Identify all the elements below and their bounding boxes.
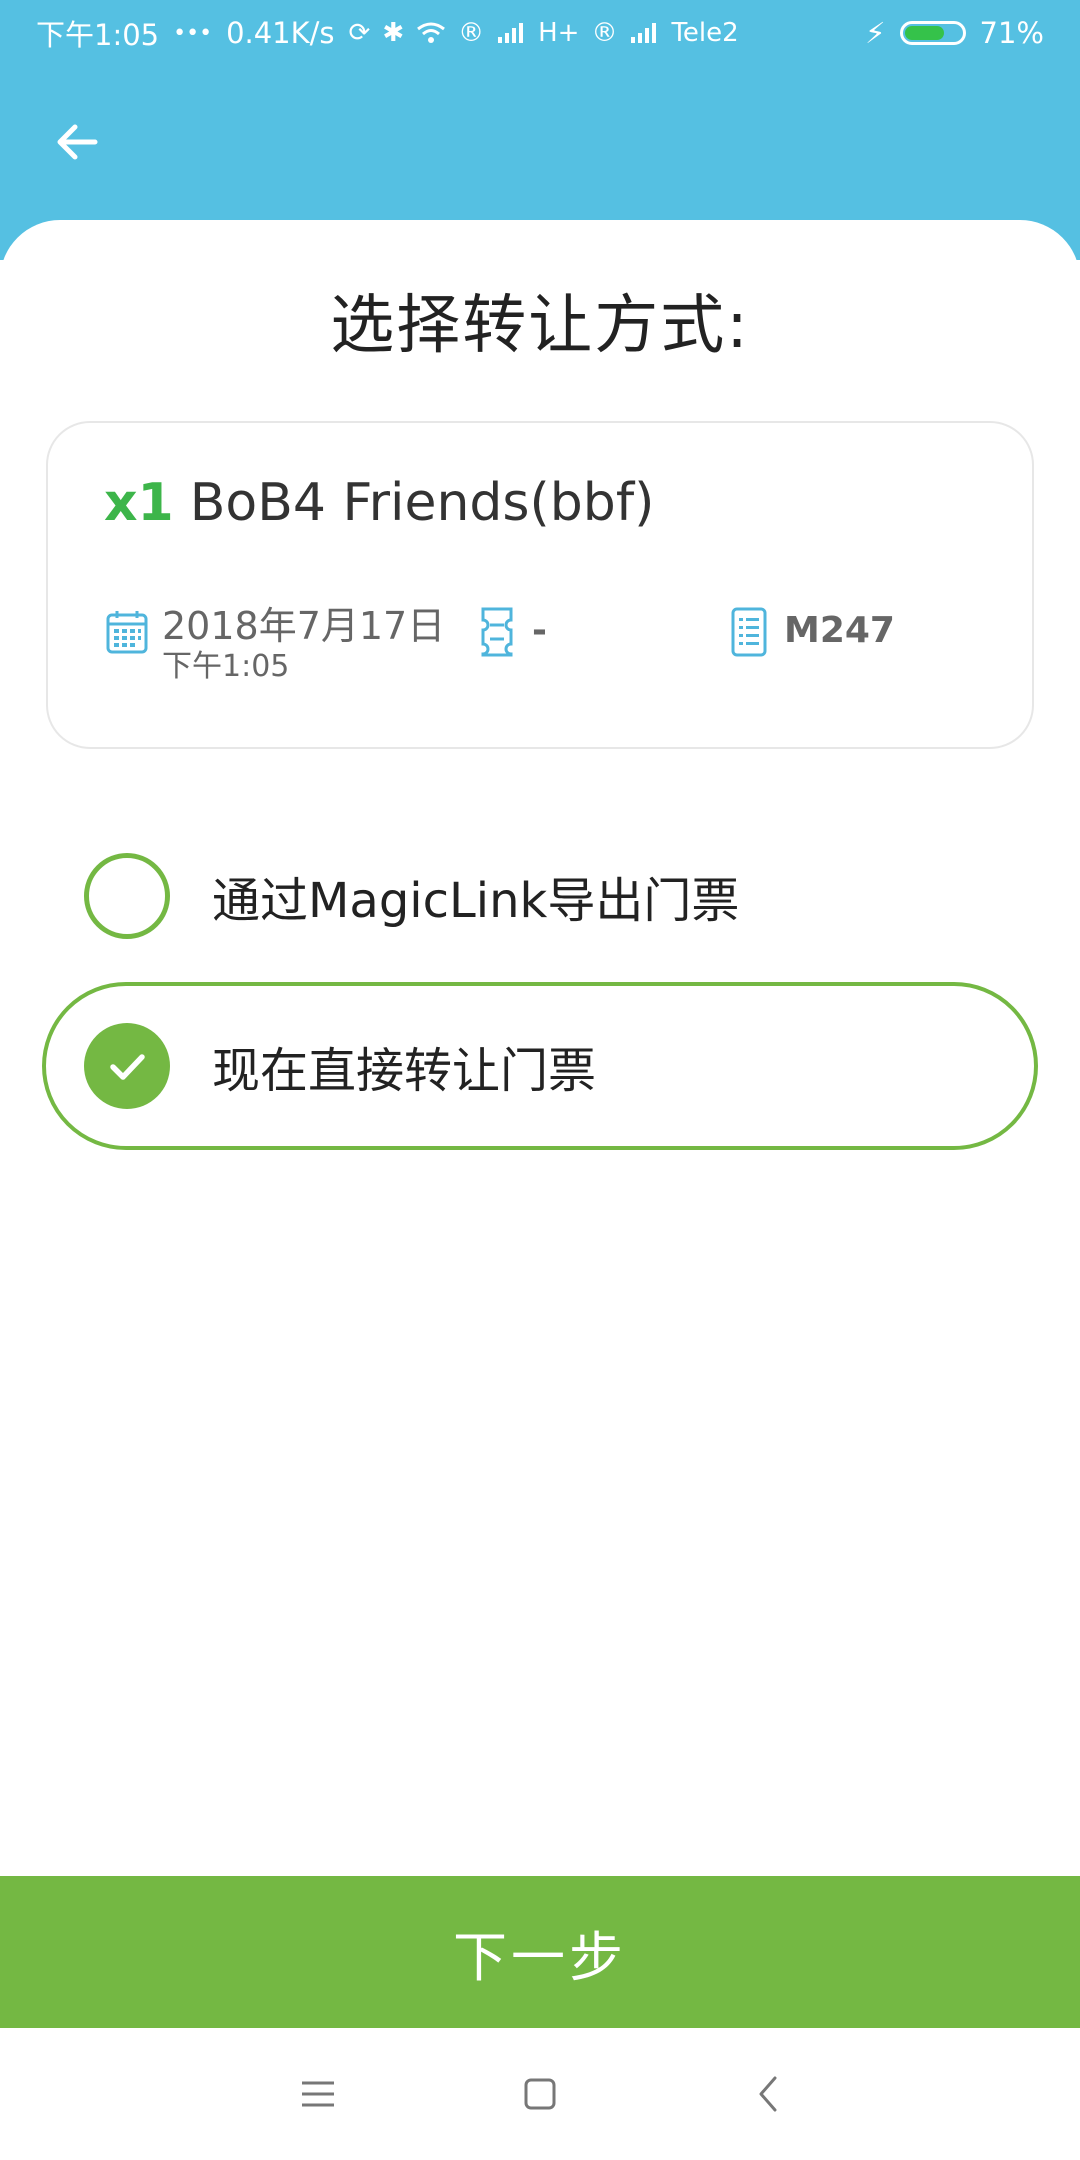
status-dots: ••• bbox=[173, 20, 213, 46]
list-icon bbox=[731, 607, 767, 657]
sync-icon: ⟳ bbox=[348, 18, 371, 48]
ticket-seat: - bbox=[532, 610, 547, 651]
ticket-time: 下午1:05 bbox=[162, 649, 290, 684]
option-magiclink[interactable]: 通过MagicLink导出门票 bbox=[42, 812, 1038, 980]
roaming-icon-2: ® bbox=[591, 18, 618, 48]
radio-checked-icon[interactable] bbox=[84, 1023, 170, 1109]
calendar-icon bbox=[106, 611, 148, 654]
status-net-speed: 0.41K/s bbox=[226, 16, 335, 50]
radio-unchecked-icon[interactable] bbox=[84, 853, 170, 939]
next-step-button[interactable]: 下一步 bbox=[0, 1876, 1080, 2028]
chevron-left-icon bbox=[759, 2076, 777, 2112]
ticket-name-row: x1 BoB4 Friends(bbf) bbox=[104, 473, 654, 533]
arrow-left-icon bbox=[57, 124, 98, 160]
ticket-date: 2018年7月17日 bbox=[162, 604, 446, 648]
signal-icon-2 bbox=[631, 23, 657, 43]
ticket-name: BoB4 Friends(bbf) bbox=[189, 473, 655, 533]
battery-icon bbox=[899, 21, 966, 45]
home-button[interactable] bbox=[510, 2064, 570, 2124]
ticket-seat-block: - bbox=[474, 603, 547, 659]
ticket-order-number: M247 bbox=[784, 610, 895, 651]
roaming-icon: ® bbox=[458, 18, 485, 48]
option-direct-transfer-label: 现在直接转让门票 bbox=[212, 1043, 597, 1099]
option-direct-transfer[interactable]: 现在直接转让门票 bbox=[42, 982, 1038, 1150]
option-magiclink-label: 通过MagicLink导出门票 bbox=[212, 873, 740, 929]
charging-icon: ⚡ bbox=[865, 16, 886, 50]
system-nav-bar bbox=[0, 2028, 1080, 2160]
wifi-icon bbox=[417, 22, 446, 43]
ticket-date-block: 2018年7月17日 下午1:05 bbox=[104, 603, 445, 685]
ticket-card: x1 BoB4 Friends(bbf) 2018年7月17日 下午1:05 -… bbox=[46, 421, 1034, 749]
menu-button[interactable] bbox=[288, 2064, 348, 2124]
status-bar: 下午1:05 ••• 0.41K/s ⟳ ✱ ® H+ ® Tele2 ⚡ 71… bbox=[0, 0, 1080, 66]
menu-icon bbox=[302, 2081, 334, 2107]
signal-icon bbox=[498, 23, 524, 43]
checkmark-icon bbox=[110, 1054, 145, 1080]
status-time: 下午1:05 bbox=[36, 18, 160, 52]
battery-level bbox=[904, 26, 945, 40]
carrier-name: Tele2 bbox=[671, 18, 739, 48]
network-type: H+ bbox=[538, 18, 580, 48]
bluetooth-icon: ✱ bbox=[382, 18, 405, 48]
home-square-icon bbox=[524, 2078, 556, 2110]
ticket-quantity: x1 bbox=[104, 473, 174, 533]
ticket-icon bbox=[481, 607, 513, 657]
ticket-order-block: M247 bbox=[726, 603, 895, 659]
system-back-button[interactable] bbox=[738, 2064, 798, 2124]
back-button[interactable] bbox=[50, 115, 104, 169]
battery-percent: 71% bbox=[979, 16, 1044, 50]
page-title: 选择转让方式: bbox=[330, 289, 750, 363]
